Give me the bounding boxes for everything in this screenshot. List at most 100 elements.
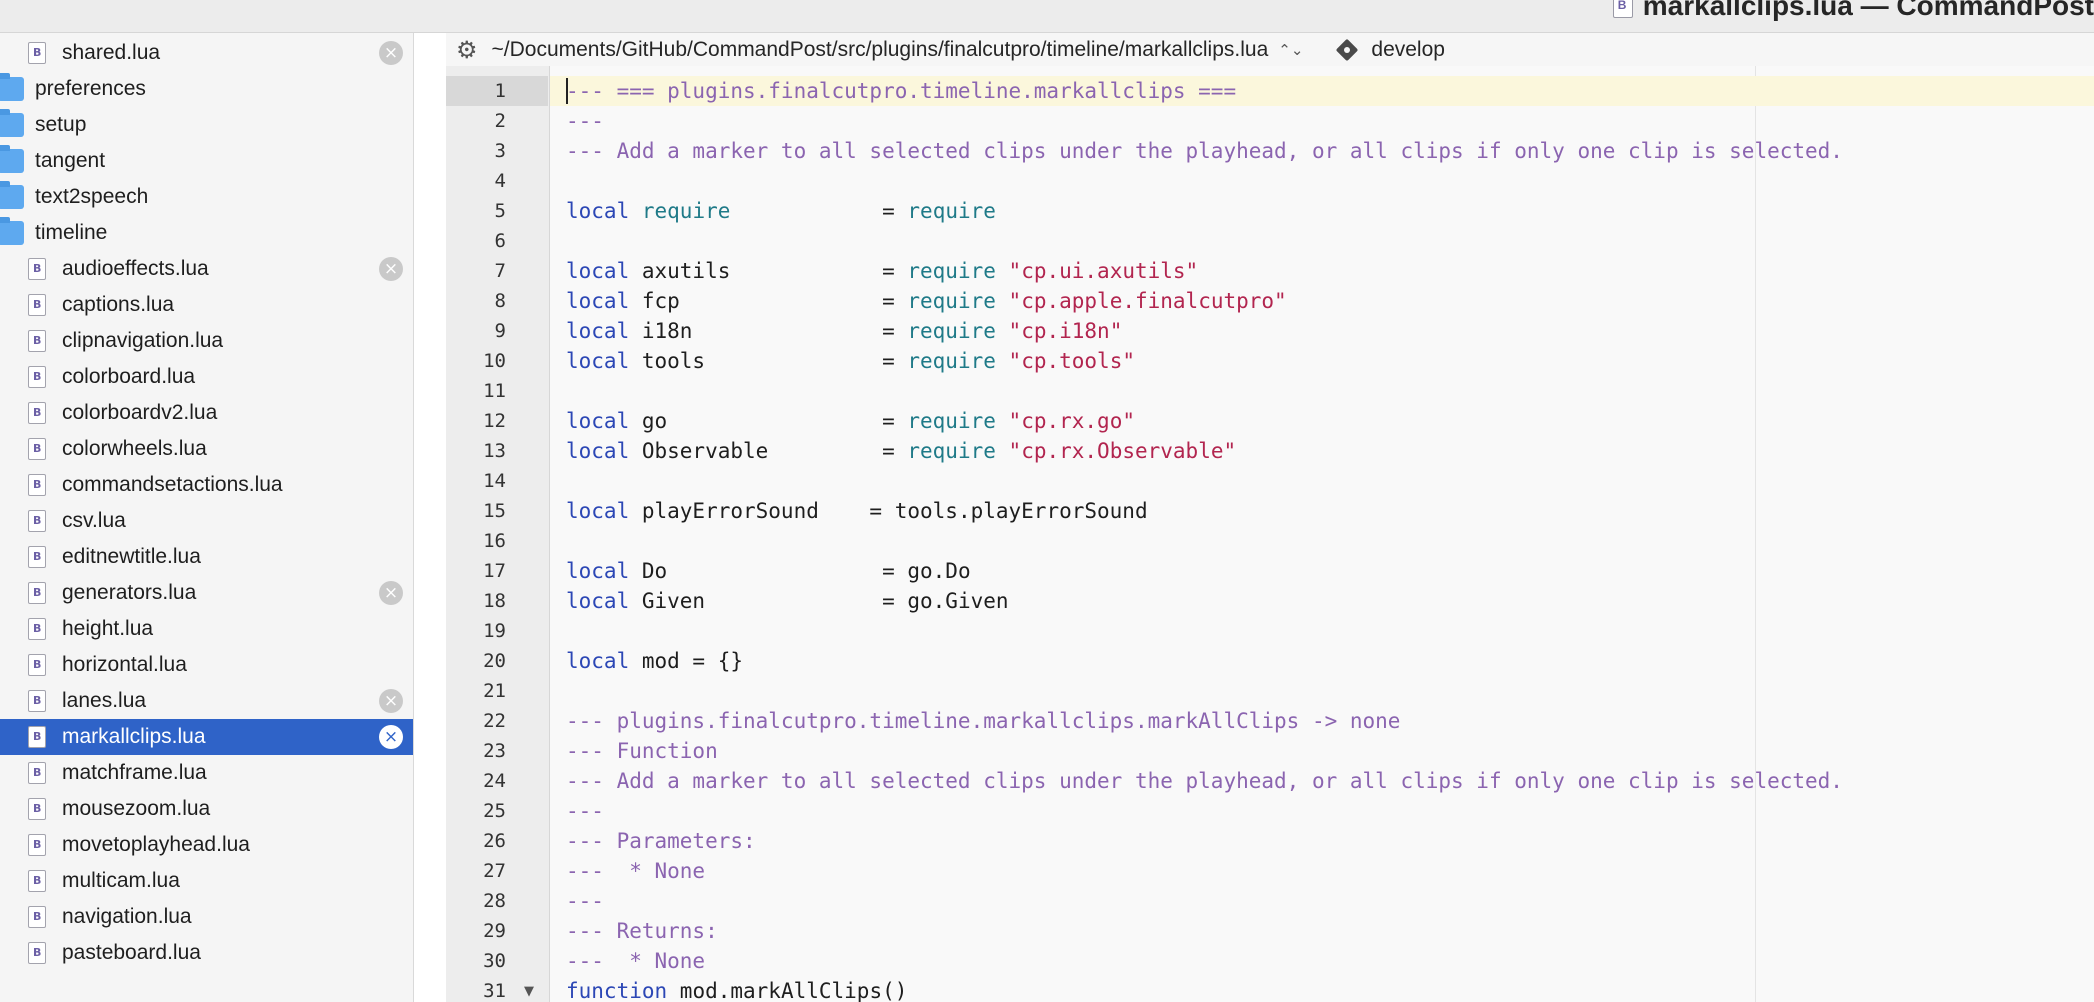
code-line[interactable]: local axutils = require "cp.ui.axutils": [566, 256, 2066, 286]
file-navigator[interactable]: shared.lua × preferences setup tangent text2s…: [0, 33, 414, 1002]
file-path[interactable]: ~/Documents/GitHub/CommandPost/src/plugi…: [492, 38, 1269, 62]
line-number-text: 13: [483, 440, 506, 462]
sidebar-file[interactable]: colorboard.lua: [0, 359, 413, 395]
code-line[interactable]: local go = require "cp.rx.go": [566, 406, 2066, 436]
code-token: Do = go.Do: [629, 559, 971, 583]
sidebar-folder[interactable]: setup: [0, 107, 413, 143]
sidebar-file[interactable]: audioeffects.lua ×: [0, 251, 413, 287]
code-line[interactable]: local Do = go.Do: [566, 556, 2066, 586]
code-token: --- Function: [566, 739, 718, 763]
lua-file-icon: [28, 330, 46, 352]
line-number-text: 17: [483, 560, 506, 582]
window-titlebar: markallclips.lua — CommandPost: [0, 0, 2094, 33]
code-line[interactable]: --- === plugins.finalcutpro.timeline.mar…: [566, 76, 2066, 106]
sidebar-file[interactable]: movetoplayhead.lua: [0, 827, 413, 863]
close-icon[interactable]: ×: [379, 257, 403, 281]
sidebar-file[interactable]: height.lua: [0, 611, 413, 647]
code-line[interactable]: [566, 376, 2066, 406]
code-line[interactable]: --- * None: [566, 856, 2066, 886]
sidebar-folder[interactable]: preferences: [0, 71, 413, 107]
sidebar-file[interactable]: shared.lua ×: [0, 35, 413, 71]
sidebar-file[interactable]: horizontal.lua: [0, 647, 413, 683]
code-line[interactable]: --- Function: [566, 736, 2066, 766]
code-line[interactable]: --- Add a marker to all selected clips u…: [566, 766, 2066, 796]
code-token: require: [907, 319, 996, 343]
code-line[interactable]: local Given = go.Given: [566, 586, 2066, 616]
sidebar-file[interactable]: mousezoom.lua: [0, 791, 413, 827]
code-line[interactable]: ---: [566, 886, 2066, 916]
sidebar-file[interactable]: editnewtitle.lua: [0, 539, 413, 575]
close-icon[interactable]: ×: [379, 581, 403, 605]
sidebar-file[interactable]: captions.lua: [0, 287, 413, 323]
code-line[interactable]: local Observable = require "cp.rx.Observ…: [566, 436, 2066, 466]
close-icon[interactable]: ×: [379, 725, 403, 749]
lua-file-icon: [28, 942, 46, 964]
code-line[interactable]: --- Add a marker to all selected clips u…: [566, 136, 2066, 166]
sidebar-file[interactable]: colorwheels.lua: [0, 431, 413, 467]
code-line[interactable]: local mod = {}: [566, 646, 2066, 676]
close-icon[interactable]: ×: [379, 689, 403, 713]
line-number: 31: [446, 976, 506, 1002]
line-number: 15: [446, 496, 506, 526]
code-token: i18n =: [629, 319, 908, 343]
code-token: mod.markAllClips(): [667, 979, 908, 1002]
code-token: local: [566, 559, 630, 583]
sidebar-file[interactable]: lanes.lua ×: [0, 683, 413, 719]
code-line[interactable]: --- plugins.finalcutpro.timeline.markall…: [566, 706, 2066, 736]
sidebar-file[interactable]: markallclips.lua ×: [0, 719, 413, 755]
code-token: ---: [566, 889, 604, 913]
lua-file-icon: [28, 762, 46, 784]
code-line[interactable]: --- Parameters:: [566, 826, 2066, 856]
sidebar-folder[interactable]: text2speech: [0, 179, 413, 215]
code-line[interactable]: [566, 466, 2066, 496]
line-number: 7: [446, 256, 506, 286]
line-number: 24: [446, 766, 506, 796]
code-line[interactable]: local require = require: [566, 196, 2066, 226]
sidebar-file[interactable]: commandsetactions.lua: [0, 467, 413, 503]
sidebar-folder[interactable]: tangent: [0, 143, 413, 179]
sidebar-file[interactable]: navigation.lua: [0, 899, 413, 935]
code-line[interactable]: local playErrorSound = tools.playErrorSo…: [566, 496, 2066, 526]
sidebar-item-label: horizontal.lua: [62, 653, 187, 676]
line-number: 6: [446, 226, 506, 256]
updown-chevron-icon[interactable]: ⌃⌄: [1278, 41, 1303, 59]
code-line[interactable]: local i18n = require "cp.i18n": [566, 316, 2066, 346]
line-number-text: 19: [483, 620, 506, 642]
code-line[interactable]: [566, 676, 2066, 706]
code-line[interactable]: ---: [566, 796, 2066, 826]
code-line[interactable]: --- * None: [566, 946, 2066, 976]
sidebar-file[interactable]: pasteboard.lua: [0, 935, 413, 971]
code-line[interactable]: [566, 166, 2066, 196]
line-number-text: 31: [483, 980, 506, 1002]
code-text-area[interactable]: --- === plugins.finalcutpro.timeline.mar…: [550, 66, 2094, 1002]
sidebar-file[interactable]: generators.lua ×: [0, 575, 413, 611]
sidebar-file[interactable]: csv.lua: [0, 503, 413, 539]
sidebar-file[interactable]: matchframe.lua: [0, 755, 413, 791]
line-number: 14: [446, 466, 506, 496]
code-line[interactable]: function mod.markAllClips(): [566, 976, 2066, 1002]
gear-icon[interactable]: ⚙: [456, 36, 478, 64]
code-line[interactable]: [566, 526, 2066, 556]
sidebar-item-label: height.lua: [62, 617, 154, 640]
line-number-text: 8: [494, 290, 506, 312]
code-line[interactable]: --- Returns:: [566, 916, 2066, 946]
sidebar-file[interactable]: colorboardv2.lua: [0, 395, 413, 431]
lua-file-icon: [28, 366, 46, 388]
sidebar-folder[interactable]: timeline: [0, 215, 413, 251]
code-line[interactable]: ---: [566, 106, 2066, 136]
code-line[interactable]: local fcp = require "cp.apple.finalcutpr…: [566, 286, 2066, 316]
code-line[interactable]: local tools = require "cp.tools": [566, 346, 2066, 376]
line-number: 29: [446, 916, 506, 946]
sidebar-file[interactable]: clipnavigation.lua: [0, 323, 413, 359]
git-branch[interactable]: develop: [1371, 38, 1445, 62]
code-line[interactable]: [566, 616, 2066, 646]
close-icon[interactable]: ×: [379, 41, 403, 65]
code-line[interactable]: [566, 226, 2066, 256]
sidebar-item-label: multicam.lua: [62, 869, 180, 892]
fold-arrow-icon[interactable]: ▼: [524, 984, 534, 999]
sidebar-file[interactable]: multicam.lua: [0, 863, 413, 899]
code-editor[interactable]: 1 2 3 4 5 6 7 8 9 10 11 12 13 14 15 16 17 18 19 20 21 22 23 24 2…: [446, 66, 2094, 1002]
line-number: 18: [446, 586, 506, 616]
